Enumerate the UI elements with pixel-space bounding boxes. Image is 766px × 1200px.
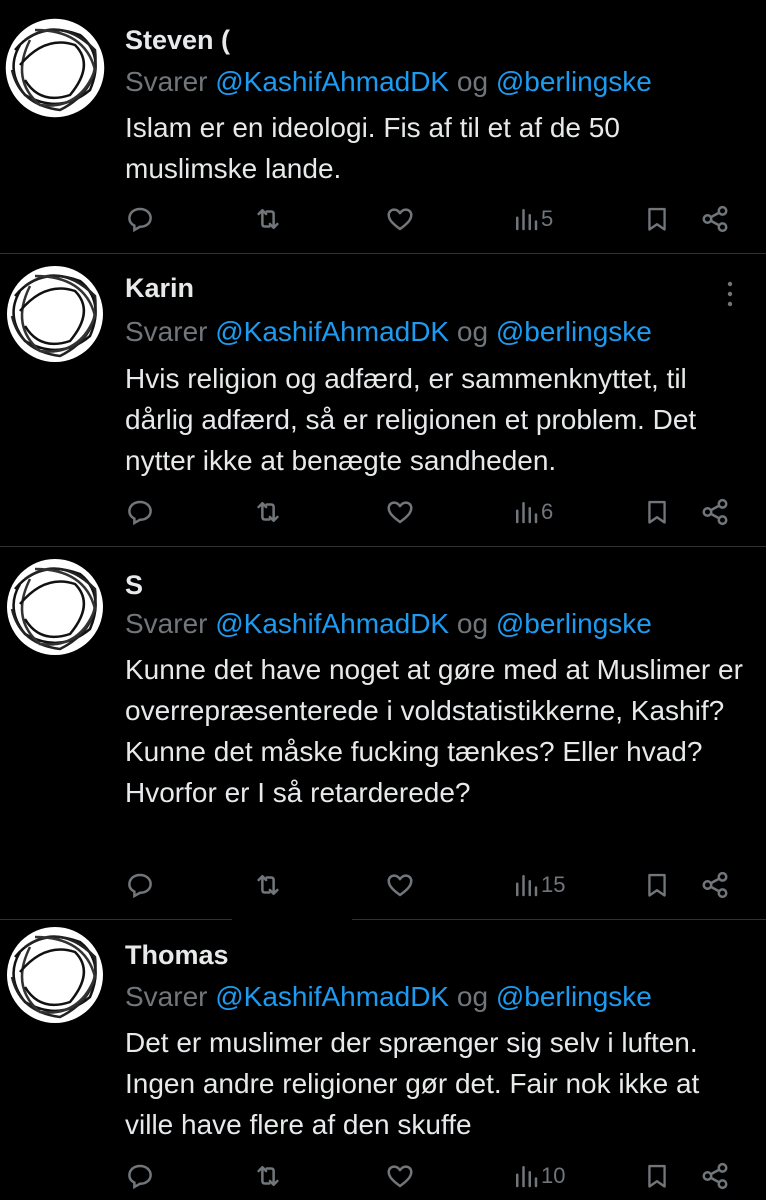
replying-to: Svarer @KashifAhmadDK og @berlingske — [125, 66, 652, 98]
tweet-text: Kunne det have noget at gøre med at Musl… — [125, 654, 743, 808]
bookmark-icon — [648, 1164, 666, 1188]
replying-prefix: Svarer — [125, 981, 208, 1012]
views-button[interactable]: 10 — [513, 1158, 565, 1194]
reply-icon — [128, 873, 152, 899]
tweet[interactable]: Thomas Svarer @KashifAhmadDK og @berling… — [0, 920, 766, 1200]
replying-to: Svarer @KashifAhmadDK og @berlingske — [125, 608, 652, 640]
share-icon — [702, 1162, 728, 1190]
share-icon — [702, 205, 728, 233]
display-name[interactable]: Karin — [125, 272, 194, 304]
reply-button[interactable] — [125, 1158, 155, 1194]
retweet-icon — [257, 209, 279, 229]
mention-kashif[interactable]: @KashifAhmadDK — [215, 981, 449, 1012]
tweet-text: Hvis religion og adfærd, er sammenknytte… — [125, 363, 697, 476]
replying-to: Svarer @KashifAhmadDK og @berlingske — [125, 316, 652, 348]
replying-joiner: og — [456, 981, 489, 1012]
bookmark-button[interactable] — [643, 1158, 671, 1194]
views-icon — [516, 875, 538, 897]
retweet-icon — [257, 875, 279, 895]
views-button[interactable]: 5 — [513, 201, 553, 237]
mention-berlingske[interactable]: @berlingske — [496, 316, 652, 347]
tweet-text: Islam er en ideologi. Fis af til et af d… — [125, 112, 620, 184]
views-count: 5 — [541, 206, 554, 231]
bookmark-icon — [648, 207, 666, 231]
views-icon — [516, 1166, 538, 1188]
bookmark-button[interactable] — [643, 867, 671, 903]
reply-button[interactable] — [125, 867, 155, 903]
redaction-cover — [240, 10, 720, 54]
redaction-cover — [232, 912, 352, 972]
retweet-button[interactable] — [253, 201, 283, 237]
mention-berlingske[interactable]: @berlingske — [496, 66, 652, 97]
retweet-icon — [257, 502, 279, 522]
reply-icon — [128, 207, 152, 233]
replying-to: Svarer @KashifAhmadDK og @berlingske — [125, 981, 652, 1013]
avatar[interactable] — [0, 917, 110, 1027]
share-button[interactable] — [700, 494, 730, 530]
mention-kashif[interactable]: @KashifAhmadDK — [215, 608, 449, 639]
avatar[interactable] — [0, 549, 110, 659]
bookmark-button[interactable] — [643, 201, 671, 237]
share-button[interactable] — [700, 1158, 730, 1194]
reply-icon — [128, 500, 152, 526]
like-button[interactable] — [385, 867, 415, 903]
like-icon — [387, 874, 413, 897]
retweet-button[interactable] — [253, 494, 283, 530]
display-name[interactable]: Steven ( — [125, 24, 230, 56]
reply-icon — [128, 1164, 152, 1190]
replying-joiner: og — [456, 608, 489, 639]
share-button[interactable] — [700, 201, 730, 237]
replying-joiner: og — [456, 316, 489, 347]
bookmark-icon — [648, 500, 666, 524]
mention-berlingske[interactable]: @berlingske — [496, 608, 652, 639]
reply-button[interactable] — [125, 201, 155, 237]
views-button[interactable]: 15 — [513, 867, 565, 903]
share-icon — [702, 871, 728, 899]
bookmark-icon — [648, 873, 666, 897]
bookmark-button[interactable] — [643, 494, 671, 530]
mention-kashif[interactable]: @KashifAhmadDK — [215, 66, 449, 97]
replying-prefix: Svarer — [125, 316, 208, 347]
replying-prefix: Svarer — [125, 66, 208, 97]
like-icon — [387, 501, 413, 524]
like-button[interactable] — [385, 494, 415, 530]
retweet-button[interactable] — [253, 1158, 283, 1194]
avatar[interactable] — [0, 10, 110, 120]
tweet-actions: 15 — [125, 867, 740, 903]
share-icon — [702, 498, 728, 526]
retweet-button[interactable] — [253, 867, 283, 903]
share-button[interactable] — [700, 867, 730, 903]
like-button[interactable] — [385, 1158, 415, 1194]
retweet-icon — [257, 1166, 279, 1186]
like-button[interactable] — [385, 201, 415, 237]
tweet-text: Det er muslimer der sprænger sig selv i … — [125, 1027, 700, 1140]
reply-button[interactable] — [125, 494, 155, 530]
like-icon — [387, 208, 413, 231]
views-count: 15 — [541, 872, 566, 897]
tweet-actions: 6 — [125, 494, 740, 530]
tweet-actions: 10 — [125, 1158, 740, 1194]
replying-joiner: og — [456, 66, 489, 97]
more-icon[interactable] — [726, 280, 734, 308]
like-icon — [387, 1165, 413, 1188]
mention-kashif[interactable]: @KashifAhmadDK — [215, 316, 449, 347]
tweet-actions: 5 — [125, 201, 740, 237]
views-icon — [516, 209, 538, 231]
display-name[interactable]: S — [125, 569, 143, 601]
views-count: 10 — [541, 1163, 566, 1188]
views-button[interactable]: 6 — [513, 494, 553, 530]
replying-prefix: Svarer — [125, 608, 208, 639]
tweet[interactable]: Karin Svarer @KashifAhmadDK og @berlings… — [0, 254, 766, 547]
tweet[interactable]: S Svarer @KashifAhmadDK og @berlingske K… — [0, 547, 766, 920]
avatar[interactable] — [0, 256, 110, 366]
mention-berlingske[interactable]: @berlingske — [496, 981, 652, 1012]
views-icon — [516, 502, 538, 524]
views-count: 6 — [541, 499, 554, 524]
display-name[interactable]: Thomas — [125, 939, 229, 971]
